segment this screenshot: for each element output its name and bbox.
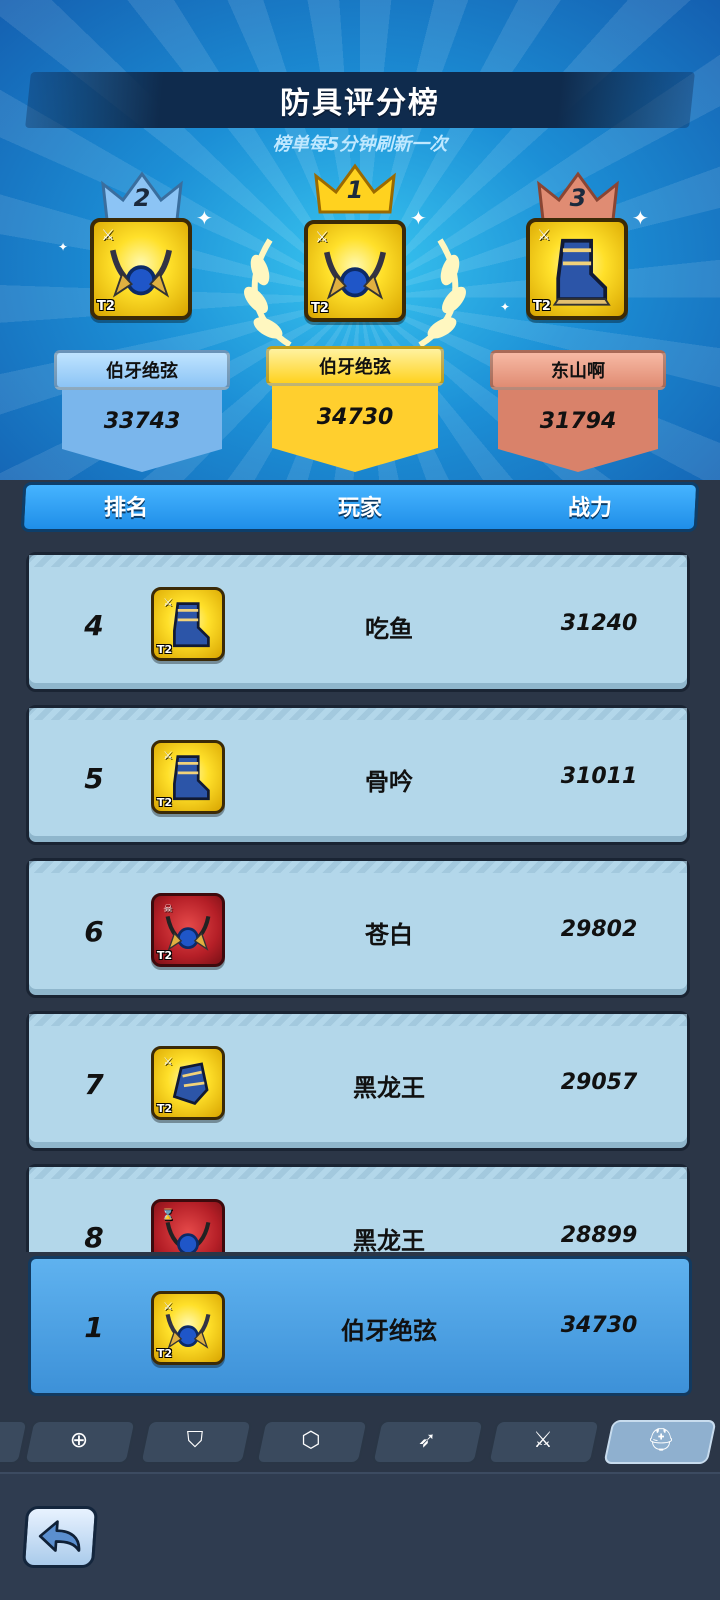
podium-first[interactable]: 1 ⚔ T2 伯牙绝弦 34730 bbox=[244, 150, 466, 472]
sword-icon: ⚔ bbox=[163, 596, 173, 609]
table-row[interactable]: 8 ⌛ T2 黑龙王 28899 bbox=[26, 1164, 690, 1252]
item-icon: ⚔ T2 bbox=[526, 218, 628, 320]
player-name: 伯牙绝弦 bbox=[54, 350, 230, 390]
back-arrow-icon bbox=[38, 1520, 81, 1552]
row-rank: 6 bbox=[84, 915, 104, 948]
header-power: 战力 bbox=[568, 496, 613, 521]
row-player-name: 吃鱼 bbox=[365, 615, 413, 643]
tier-badge: T2 bbox=[533, 299, 551, 314]
row-power: 28899 bbox=[560, 1223, 638, 1248]
sword-icon: ⚔ bbox=[101, 226, 115, 244]
tier-badge: T2 bbox=[157, 1102, 173, 1115]
row-player-name: 黑龙王 bbox=[353, 1227, 425, 1252]
item-icon: ⚔ T2 bbox=[90, 218, 192, 320]
tier-badge: T2 bbox=[311, 301, 329, 316]
bottom-bar bbox=[0, 1472, 720, 1600]
arrows-icon: ➶ bbox=[417, 1428, 437, 1453]
podium-second[interactable]: 2 ⚔ T2 伯牙绝弦 33743 bbox=[52, 160, 232, 472]
row-power: 29057 bbox=[560, 1070, 638, 1095]
item-icon: ⚔ T2 bbox=[151, 1291, 225, 1365]
my-player-name: 伯牙绝弦 bbox=[341, 1317, 437, 1345]
row-rank: 5 bbox=[84, 762, 104, 795]
row-player-name: 黑龙王 bbox=[353, 1074, 425, 1102]
row-rank: 8 bbox=[84, 1221, 104, 1252]
back-button[interactable] bbox=[21, 1506, 99, 1568]
item-icon: ⚔ T2 bbox=[151, 587, 225, 661]
leaderboard-list[interactable]: 4 ⚔ T2 吃鱼 31240 5 ⚔ T2 骨吟 31011 6 ☠ T2 苍… bbox=[0, 540, 720, 1252]
leaderboard-hero: 防具评分榜 榜单每5分钟刷新一次 ✦ ✦ ✦ ✦ ✦ 2 ⚔ T2 伯牙绝弦 3… bbox=[0, 0, 720, 480]
item-icon: ☠ T2 bbox=[151, 893, 225, 967]
row-rank: 4 bbox=[84, 609, 104, 642]
player-score: 34730 bbox=[272, 386, 438, 472]
player-score: 31794 bbox=[498, 390, 658, 472]
sword-icon: ⚔ bbox=[163, 1300, 173, 1313]
laurel-right-icon bbox=[418, 238, 466, 348]
my-rank-row[interactable]: 1 ⚔ T2 伯牙绝弦 34730 bbox=[28, 1256, 692, 1396]
shield-rune-icon: ⛉ bbox=[186, 1428, 204, 1453]
table-row[interactable]: 7 ⚔ T2 黑龙王 29057 bbox=[26, 1011, 690, 1151]
sword-icon: ⚔ bbox=[163, 1055, 173, 1068]
row-rank: 7 bbox=[84, 1068, 104, 1101]
sword-icon: ⚔ bbox=[533, 1428, 553, 1453]
sword-icon: ⚔ bbox=[315, 228, 329, 246]
podium-third[interactable]: 3 ⚔ T2 东山啊 31794 bbox=[488, 160, 668, 472]
tier-badge: T2 bbox=[157, 949, 173, 962]
table-row[interactable]: 6 ☠ T2 苍白 29802 bbox=[26, 858, 690, 998]
row-power: 31011 bbox=[560, 764, 638, 789]
item-icon: ⚔ T2 bbox=[151, 1046, 225, 1120]
row-power: 29802 bbox=[560, 917, 638, 942]
sword-icon: ⚔ bbox=[163, 749, 173, 762]
player-name: 伯牙绝弦 bbox=[266, 346, 444, 386]
item-icon: ⚔ T2 bbox=[304, 220, 406, 322]
crosshair-icon: ⊕ bbox=[69, 1428, 89, 1453]
laurel-left-icon bbox=[244, 238, 292, 348]
skull-icon: ☠ bbox=[163, 902, 173, 915]
page-title: 防具评分榜 bbox=[280, 86, 440, 121]
row-player-name: 苍白 bbox=[365, 921, 413, 949]
player-score: 33743 bbox=[62, 390, 222, 472]
header-rank: 排名 bbox=[104, 496, 149, 521]
tier-badge: T2 bbox=[157, 643, 173, 656]
gold-crown-icon: 1 bbox=[309, 162, 401, 222]
table-row[interactable]: 5 ⚔ T2 骨吟 31011 bbox=[26, 705, 690, 845]
tier-badge: T2 bbox=[157, 1347, 173, 1360]
tier-badge: T2 bbox=[97, 299, 115, 314]
row-player-name: 骨吟 bbox=[365, 768, 413, 796]
header-player: 玩家 bbox=[338, 496, 383, 521]
player-name: 东山啊 bbox=[490, 350, 666, 390]
sword-icon: ⚔ bbox=[537, 226, 551, 244]
item-icon: ⚔ T2 bbox=[151, 740, 225, 814]
table-row[interactable]: 4 ⚔ T2 吃鱼 31240 bbox=[26, 552, 690, 692]
hourglass-icon: ⌛ bbox=[161, 1208, 175, 1221]
my-power: 34730 bbox=[560, 1313, 638, 1338]
tier-badge: T2 bbox=[157, 796, 173, 809]
my-rank: 1 bbox=[84, 1311, 104, 1344]
row-power: 31240 bbox=[560, 611, 638, 636]
category-tabs: ⊕ ⛉ ⬡ ➶ ⚔ ⛑ bbox=[0, 1420, 720, 1466]
helmet-icon: ⛑ bbox=[647, 1428, 675, 1453]
item-icon: ⌛ T2 bbox=[151, 1199, 225, 1252]
shield-gem-icon: ⬡ bbox=[301, 1428, 321, 1453]
